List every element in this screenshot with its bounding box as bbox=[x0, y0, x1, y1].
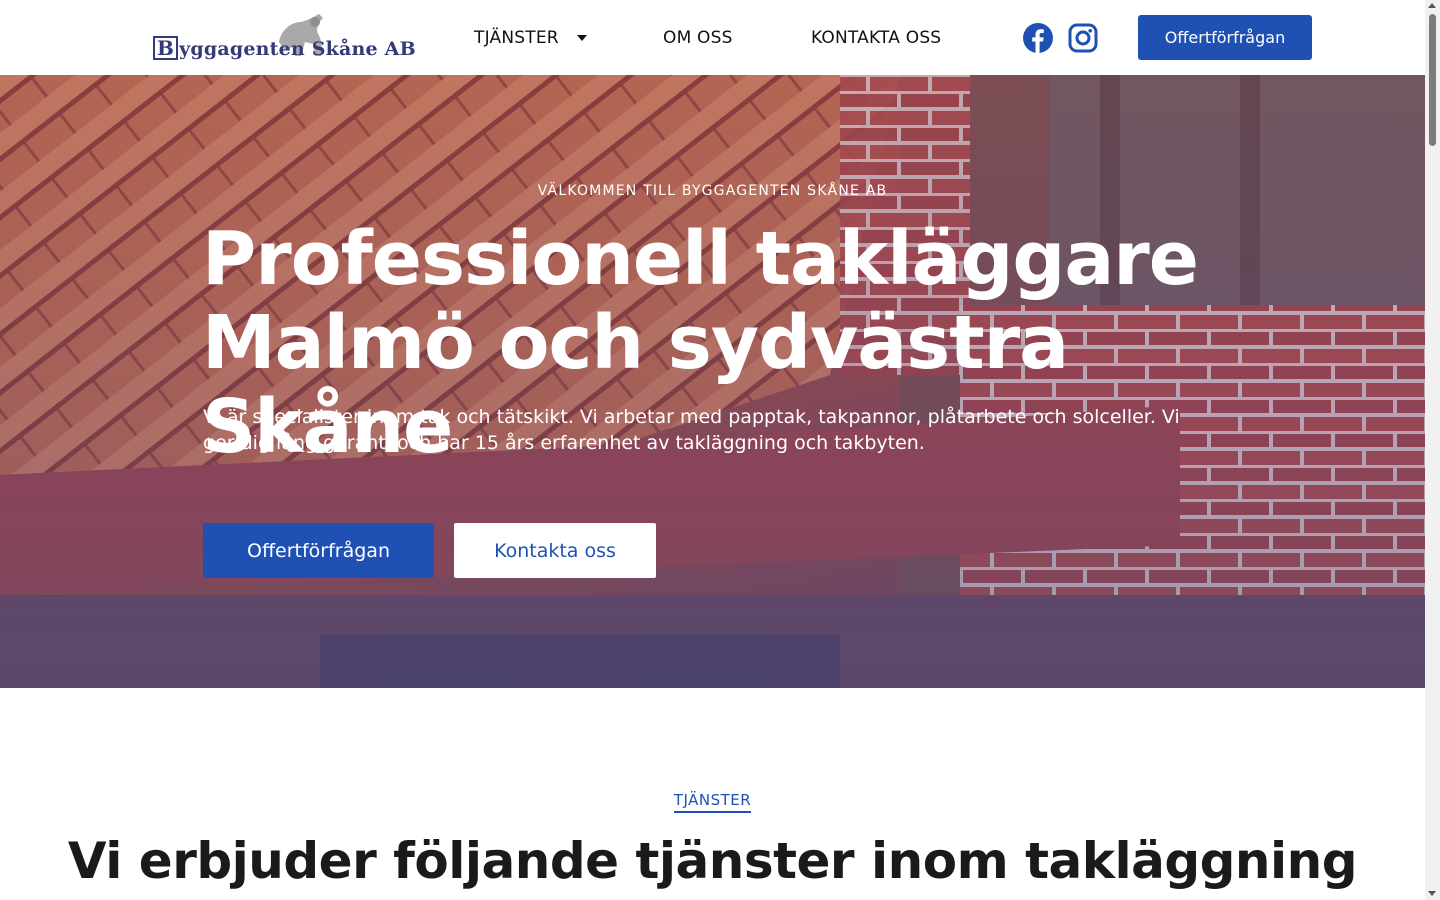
nav-contact-label: KONTAKTA OSS bbox=[811, 27, 942, 48]
hero-description: Vi är specialister inom tak och tätskikt… bbox=[203, 406, 1180, 454]
logo-text: yggagenten Skåne AB bbox=[179, 38, 416, 60]
logo-letter: B bbox=[153, 36, 179, 60]
facebook-icon[interactable] bbox=[1022, 22, 1054, 54]
scrollbar-thumb[interactable] bbox=[1429, 14, 1436, 146]
hero-contact-button[interactable]: Kontakta oss bbox=[454, 523, 656, 578]
nav-about-label: OM OSS bbox=[663, 27, 733, 48]
hero-kicker: VÄLKOMMEN TILL BYGGAGENTEN SKÅNE AB bbox=[537, 183, 888, 199]
site-header: Byggagenten Skåne AB TJÄNSTER OM OSS KON… bbox=[0, 0, 1425, 75]
scroll-up-arrow-icon[interactable] bbox=[1428, 3, 1436, 8]
company-logo[interactable]: Byggagenten Skåne AB bbox=[153, 12, 416, 68]
nav-about[interactable]: OM OSS bbox=[663, 0, 733, 75]
caret-down-icon bbox=[576, 34, 587, 41]
scroll-down-arrow-icon[interactable] bbox=[1428, 891, 1436, 896]
hero-section: VÄLKOMMEN TILL BYGGAGENTEN SKÅNE AB Prof… bbox=[0, 75, 1425, 688]
hero-title-line-1: Professionell takläggare bbox=[202, 216, 1199, 302]
hero-quote-button[interactable]: Offertförfrågan bbox=[203, 523, 434, 578]
services-title: Vi erbjuder följande tjänster inom taklä… bbox=[67, 832, 1358, 890]
nav-contact[interactable]: KONTAKTA OSS bbox=[811, 0, 941, 75]
instagram-icon[interactable] bbox=[1067, 22, 1099, 54]
nav-services[interactable]: TJÄNSTER bbox=[474, 0, 587, 75]
nav-services-label: TJÄNSTER bbox=[474, 27, 559, 48]
services-kicker: TJÄNSTER bbox=[0, 790, 1425, 813]
page-scrollbar[interactable] bbox=[1425, 0, 1440, 900]
services-kicker-label[interactable]: TJÄNSTER bbox=[673, 791, 752, 813]
quote-request-button[interactable]: Offertförfrågan bbox=[1138, 15, 1312, 60]
